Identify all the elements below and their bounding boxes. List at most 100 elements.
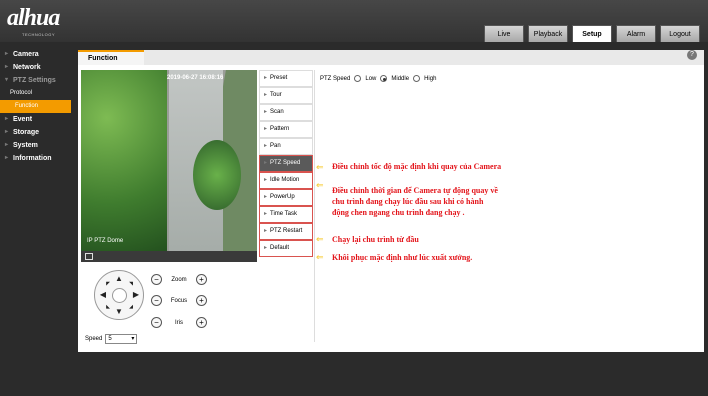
iris-plus-button[interactable]: + [196, 317, 207, 328]
ptz-upright-arrow-icon[interactable]: ◥ [126, 279, 136, 289]
ptz-downright-arrow-icon[interactable]: ◢ [126, 302, 136, 312]
chevron-right-icon: ▸ [264, 228, 268, 234]
iris-minus-button[interactable]: − [151, 317, 162, 328]
radio-high[interactable] [413, 75, 421, 82]
ptz-center-button[interactable] [112, 288, 127, 303]
zoom-in-button[interactable]: + [196, 274, 207, 285]
ptz-upleft-arrow-icon[interactable]: ◤ [103, 279, 113, 289]
tab-playback[interactable]: Playback [528, 25, 568, 42]
tab-logout[interactable]: Logout [660, 25, 700, 42]
radio-high-label: High [424, 75, 437, 82]
menu-item-label: PTZ Restart [270, 228, 303, 234]
content-area: 2019-06-27 16:08:16 IP PTZ Dome ▸ Preset … [78, 65, 704, 352]
menu-item-powerup[interactable]: ▸ PowerUp [259, 189, 313, 206]
sidebar-item-ptz-settings[interactable]: ▾ PTZ Settings [0, 74, 76, 87]
chevron-right-icon: ▸ [264, 211, 268, 217]
menu-item-label: PowerUp [270, 194, 295, 200]
tab-live[interactable]: Live [484, 25, 524, 42]
sidebar-item-label: Camera [13, 51, 39, 58]
menu-item-default[interactable]: ▸ Default [259, 240, 313, 257]
radio-low-label: Low [365, 75, 377, 82]
ptz-left-arrow-icon[interactable]: ◀ [98, 290, 108, 300]
focus-minus-button[interactable]: − [151, 295, 162, 306]
iris-label: Iris [175, 319, 183, 326]
header: alhua TECHNOLOGY Live Playback Setup Ala… [0, 0, 708, 42]
radio-middle[interactable] [380, 75, 388, 82]
chevron-right-icon: ▸ [5, 51, 9, 57]
video-preview[interactable]: 2019-06-27 16:08:16 IP PTZ Dome [81, 70, 257, 262]
ptz-speed-label: PTZ Speed [320, 75, 351, 82]
menu-item-preset[interactable]: ▸ Preset [259, 70, 313, 87]
chevron-right-icon: ▸ [264, 160, 268, 166]
sidebar-item-label: PTZ Settings [13, 77, 56, 84]
annotation-ptz-restart: Chạy lại chu trình từ đầu [332, 235, 419, 244]
chevron-right-icon: ▸ [264, 245, 268, 251]
ptz-downleft-arrow-icon[interactable]: ◣ [103, 302, 113, 312]
menu-item-label: Pan [270, 143, 281, 149]
main-panel: Function ? 2019-06-27 16:08:16 IP PTZ Do… [78, 50, 704, 352]
menu-item-scan[interactable]: ▸ Scan [259, 104, 313, 121]
menu-item-label: Pattern [270, 126, 290, 132]
annotation-idle-motion-2: chu trình đang chạy lúc đầu sau khi có h… [332, 197, 484, 206]
arrow-pointer-icon: ⇐ [316, 162, 324, 172]
tab-setup[interactable]: Setup [572, 25, 612, 42]
sidebar-item-information[interactable]: ▸ Information [0, 152, 76, 165]
sidebar-item-event[interactable]: ▸ Event [0, 113, 76, 126]
sidebar-item-function[interactable]: Function [0, 100, 71, 113]
ptz-direction-pad: ▲ ▼ ◀ ▶ ◤ ◥ ◣ ◢ [94, 270, 144, 320]
logo-subtitle: TECHNOLOGY [22, 32, 56, 37]
osd-timestamp: 2019-06-27 16:08:16 [167, 75, 224, 81]
chevron-right-icon: ▸ [264, 109, 268, 115]
arrow-pointer-icon: ⇐ [316, 252, 324, 262]
radio-low[interactable] [354, 75, 362, 82]
menu-item-pan[interactable]: ▸ Pan [259, 138, 313, 155]
sidebar-item-camera[interactable]: ▸ Camera [0, 48, 76, 61]
chevron-right-icon: ▸ [264, 194, 268, 200]
menu-item-label: Idle Motion [270, 177, 300, 183]
menu-item-ptz-speed[interactable]: ▸ PTZ Speed [259, 155, 313, 172]
menu-item-ptz-restart[interactable]: ▸ PTZ Restart [259, 223, 313, 240]
video-tree [81, 70, 167, 262]
chevron-right-icon: ▸ [264, 126, 268, 132]
osd-channel-name: IP PTZ Dome [87, 238, 124, 244]
sidebar-item-label: Information [13, 155, 52, 162]
sidebar-item-system[interactable]: ▸ System [0, 139, 76, 152]
zoom-label: Zoom [171, 276, 187, 283]
chevron-right-icon: ▸ [5, 129, 9, 135]
help-icon[interactable]: ? [687, 50, 697, 60]
fullscreen-icon[interactable] [85, 253, 93, 260]
menu-item-time-task[interactable]: ▸ Time Task [259, 206, 313, 223]
annotation-ptz-speed: Điều chỉnh tốc độ mặc định khi quay của … [332, 162, 502, 171]
focus-control: − Focus + [151, 295, 207, 306]
ptz-down-arrow-icon[interactable]: ▼ [114, 307, 124, 317]
speed-select[interactable]: 5 ▾ [105, 334, 138, 344]
sidebar-item-storage[interactable]: ▸ Storage [0, 126, 76, 139]
top-tabs: Live Playback Setup Alarm Logout [484, 25, 700, 42]
ptz-up-arrow-icon[interactable]: ▲ [114, 274, 124, 284]
iris-control: − Iris + [151, 317, 207, 328]
arrow-pointer-icon: ⇐ [316, 234, 324, 244]
menu-item-pattern[interactable]: ▸ Pattern [259, 121, 313, 138]
chevron-right-icon: ▸ [5, 116, 9, 122]
panel-divider [314, 70, 315, 342]
sidebar-item-network[interactable]: ▸ Network [0, 61, 76, 74]
menu-item-tour[interactable]: ▸ Tour [259, 87, 313, 104]
sidebar-item-label: Protocol [10, 90, 33, 96]
focus-plus-button[interactable]: + [196, 295, 207, 306]
speed-control: Speed 5 ▾ [85, 334, 138, 344]
sidebar-item-label: Storage [13, 129, 40, 136]
annotation-idle-motion-1: Điều chỉnh thời gian để Camera tự động q… [332, 186, 498, 195]
chevron-right-icon: ▸ [5, 155, 9, 161]
video-toolbar [81, 251, 257, 262]
speed-label: Speed [85, 336, 103, 342]
tab-function[interactable]: Function [78, 50, 144, 65]
sidebar-item-label: System [13, 142, 38, 149]
sidebar-item-protocol[interactable]: Protocol [0, 87, 76, 100]
menu-item-idle-motion[interactable]: ▸ Idle Motion [259, 172, 313, 189]
tab-alarm[interactable]: Alarm [616, 25, 656, 42]
zoom-out-button[interactable]: − [151, 274, 162, 285]
chevron-right-icon: ▸ [5, 142, 9, 148]
dahua-logo: alhua [7, 5, 60, 31]
ptz-right-arrow-icon[interactable]: ▶ [131, 290, 141, 300]
menu-item-label: Scan [270, 109, 284, 115]
